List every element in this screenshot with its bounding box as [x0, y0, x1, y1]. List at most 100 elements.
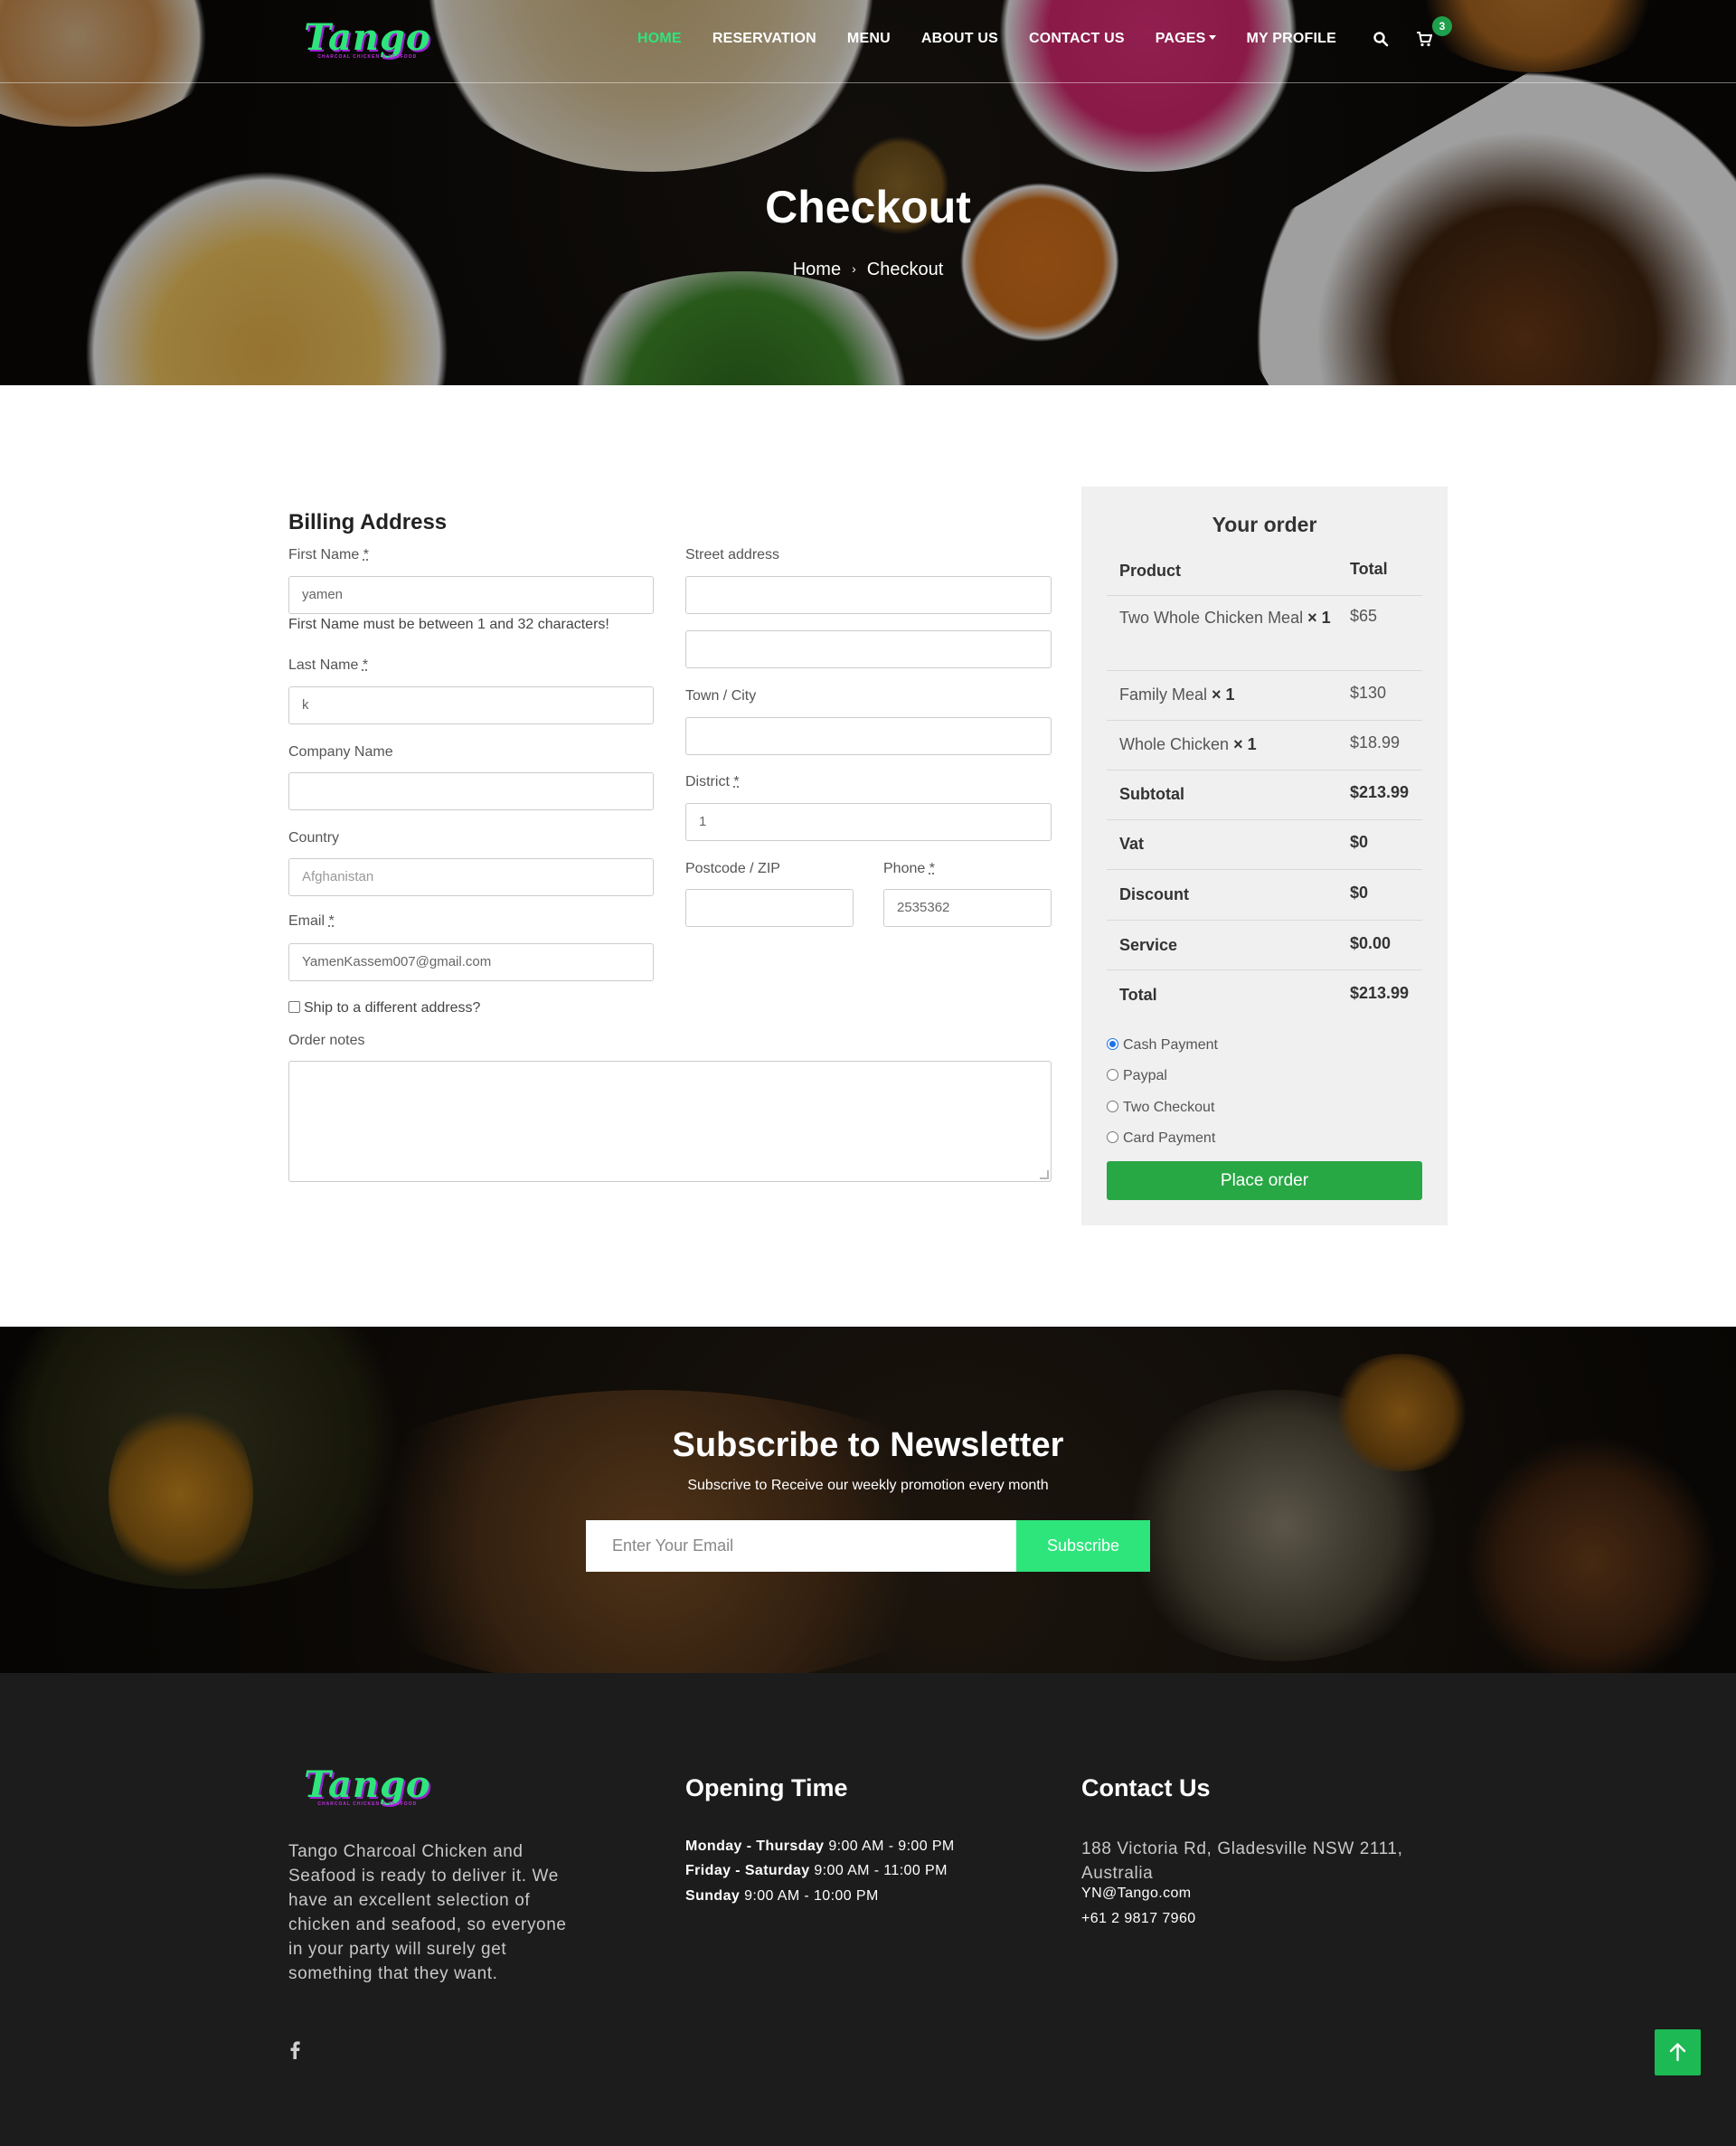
order-item-qty: × 1	[1233, 735, 1257, 753]
ship-different-checkbox[interactable]: Ship to a different address?	[288, 1000, 480, 1016]
ship-different-label: Ship to a different address?	[304, 1000, 481, 1016]
summary-value: $213.99	[1350, 783, 1410, 801]
email-label: Email *	[288, 913, 335, 930]
payment-option-label: Paypal	[1123, 1068, 1167, 1083]
required-mark: *	[929, 861, 935, 876]
opening-days: Friday - Saturday	[685, 1863, 810, 1878]
opening-hours: 9:00 AM - 11:00 PM	[814, 1863, 948, 1878]
first-name-input[interactable]: yamen	[288, 576, 654, 614]
required-mark: *	[328, 913, 335, 929]
breadcrumb-separator: ›	[852, 261, 856, 276]
footer-logo-word: Tango	[304, 1763, 431, 1806]
required-mark: *	[362, 657, 369, 673]
newsletter-email-input[interactable]: Enter Your Email	[586, 1520, 1016, 1572]
payment-option-label: Card Payment	[1123, 1130, 1216, 1146]
summary-row-subtotal: Subtotal $213.99	[1107, 770, 1422, 820]
nav-menu: HOME RESERVATION MENU ABOUT US CONTACT U…	[637, 31, 1367, 47]
newsletter-title: Subscribe to Newsletter	[672, 1426, 1064, 1464]
breadcrumb-current: Checkout	[866, 260, 944, 279]
summary-row-discount: Discount $0	[1107, 870, 1422, 921]
opening-hours: 9:00 AM - 10:00 PM	[744, 1888, 879, 1904]
country-select[interactable]: Afghanistan	[288, 858, 654, 896]
summary-row-service: Service $0.00	[1107, 921, 1422, 970]
page-title: Checkout	[765, 182, 971, 232]
opening-row: Monday - Thursday 9:00 AM - 9:00 PM	[685, 1839, 955, 1855]
first-name-error: First Name must be between 1 and 32 char…	[288, 617, 609, 632]
opening-row: Friday - Saturday 9:00 AM - 11:00 PM	[685, 1863, 948, 1879]
contact-heading: Contact Us	[1081, 1774, 1211, 1801]
payment-option-label: Cash Payment	[1123, 1037, 1218, 1053]
email-label-text: Email	[288, 913, 326, 929]
nav-item-menu[interactable]: MENU	[847, 31, 891, 47]
nav-item-contact-us[interactable]: CONTACT US	[1029, 31, 1125, 47]
radio-icon	[1107, 1101, 1118, 1112]
payment-option-two-checkout[interactable]: Two Checkout	[1107, 1100, 1214, 1116]
order-item-row: Family Meal × 1 $130	[1107, 671, 1422, 721]
resize-handle-icon[interactable]	[1040, 1170, 1049, 1179]
nav-item-about-us[interactable]: ABOUT US	[921, 31, 998, 47]
street-line2-input[interactable]	[685, 630, 1052, 668]
order-notes-label: Order notes	[288, 1033, 365, 1048]
radio-selected-icon	[1107, 1038, 1118, 1050]
opening-hours: 9:00 AM - 9:00 PM	[828, 1839, 955, 1854]
newsletter-overlay	[0, 1327, 1736, 1673]
order-item-name: Two Whole Chicken Meal × 1	[1119, 607, 1336, 629]
company-input[interactable]	[288, 772, 654, 810]
last-name-label: Last Name *	[288, 657, 368, 674]
opening-days: Monday - Thursday	[685, 1839, 825, 1854]
payment-option-card[interactable]: Card Payment	[1107, 1130, 1215, 1147]
arrow-up-icon	[1669, 2043, 1686, 2062]
brand-logo[interactable]: Tango CHARCOAL CHICKEN & SEAFOOD	[304, 16, 431, 61]
brand-logo-word: Tango	[304, 16, 431, 59]
payment-option-cash[interactable]: Cash Payment	[1107, 1037, 1218, 1054]
order-table-header: Product Total	[1107, 546, 1422, 596]
order-item-row: Two Whole Chicken Meal × 1 $65	[1107, 596, 1422, 671]
search-icon[interactable]	[1373, 31, 1389, 47]
street-label: Street address	[685, 547, 780, 562]
scroll-to-top-button[interactable]	[1655, 2029, 1701, 2075]
cart-icon[interactable]	[1416, 31, 1432, 47]
phone-label-text: Phone	[883, 861, 926, 876]
district-label-text: District	[685, 774, 730, 789]
town-label: Town / City	[685, 688, 757, 704]
street-line1-input[interactable]	[685, 576, 1052, 614]
required-mark: *	[363, 547, 369, 562]
contact-phone[interactable]: +61 2 9817 7960	[1081, 1911, 1196, 1927]
email-input[interactable]: YamenKassem007@gmail.com	[288, 943, 654, 981]
contact-email[interactable]: YN@Tango.com	[1081, 1886, 1192, 1902]
total-header: Total	[1350, 560, 1388, 578]
company-label: Company Name	[288, 744, 393, 760]
last-name-input[interactable]: k	[288, 686, 654, 724]
place-order-button[interactable]: Place order	[1107, 1161, 1422, 1200]
breadcrumb-home-link[interactable]: Home	[793, 260, 841, 279]
summary-row-total: Total $213.99	[1107, 970, 1422, 1020]
nav-item-reservation[interactable]: RESERVATION	[712, 31, 816, 47]
summary-label: Subtotal	[1119, 785, 1184, 803]
nav-item-home[interactable]: HOME	[637, 31, 682, 47]
summary-value: $0	[1350, 833, 1369, 851]
phone-input[interactable]: 2535362	[883, 889, 1052, 927]
first-name-label: First Name *	[288, 547, 369, 563]
subscribe-button[interactable]: Subscribe	[1016, 1520, 1150, 1572]
district-input[interactable]: 1	[685, 803, 1052, 841]
nav-item-my-profile[interactable]: MY PROFILE	[1247, 31, 1337, 47]
site-footer: Tango CHARCOAL CHICKEN & SEAFOOD Tango C…	[0, 1673, 1736, 2146]
footer-logo[interactable]: Tango CHARCOAL CHICKEN & SEAFOOD	[304, 1763, 431, 1808]
payment-option-paypal[interactable]: Paypal	[1107, 1068, 1167, 1084]
order-table: Product Total Two Whole Chicken Meal × 1…	[1107, 546, 1422, 1020]
brand-logo-tagline: CHARCOAL CHICKEN & SEAFOOD	[317, 54, 418, 60]
nav-item-pages[interactable]: PAGES	[1156, 31, 1216, 47]
postcode-label: Postcode / ZIP	[685, 861, 780, 876]
order-notes-textarea[interactable]	[288, 1061, 1052, 1182]
order-item-name-text: Family Meal	[1119, 685, 1208, 704]
town-input[interactable]	[685, 717, 1052, 755]
order-item-row: Whole Chicken × 1 $18.99	[1107, 721, 1422, 770]
phone-label: Phone *	[883, 861, 935, 877]
order-item-total: $130	[1350, 684, 1387, 702]
facebook-icon[interactable]	[288, 2041, 301, 2059]
first-name-label-text: First Name	[288, 547, 360, 562]
cart-count-badge: 3	[1432, 16, 1452, 36]
billing-heading: Billing Address	[288, 510, 448, 534]
postcode-input[interactable]	[685, 889, 854, 927]
product-header: Product	[1119, 562, 1182, 580]
